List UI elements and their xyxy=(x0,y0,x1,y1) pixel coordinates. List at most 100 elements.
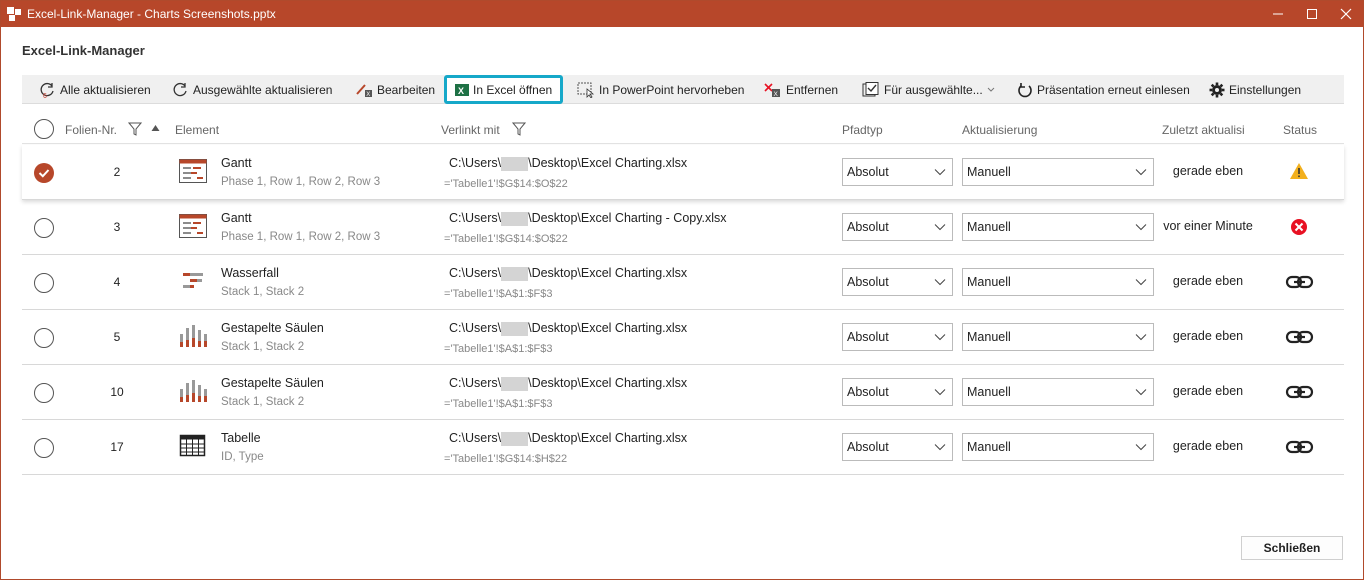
refresh-all-label: Alle aktualisieren xyxy=(60,82,151,97)
filter-icon[interactable] xyxy=(128,122,142,136)
remove-icon: X xyxy=(764,82,780,98)
path-type-dropdown[interactable]: Absolut xyxy=(842,323,953,351)
redacted-username xyxy=(501,211,529,226)
column-linked-with: Verlinkt mit xyxy=(441,123,500,137)
chevron-down-icon xyxy=(1135,224,1147,231)
last-updated: gerade eben xyxy=(1172,384,1244,398)
linked-file-path: C:\Users\ \Desktop\Excel Charting.xlsx xyxy=(449,376,688,391)
table-row[interactable]: 5 Gestapelte Säulen Stack 1, Stack 2 C:\… xyxy=(22,310,1344,365)
path-type-dropdown[interactable]: Absolut xyxy=(842,268,953,296)
refresh-icon xyxy=(173,82,187,96)
select-all-radio[interactable] xyxy=(34,119,54,139)
slide-number: 2 xyxy=(113,165,121,179)
table-row[interactable]: 4 Wasserfall Stack 1, Stack 2 C:\Users\ \… xyxy=(22,255,1344,310)
stacked-columns-icon xyxy=(179,379,207,405)
sort-ascending-icon[interactable] xyxy=(151,124,160,132)
checklist-icon xyxy=(862,81,879,96)
status-link-icon xyxy=(1285,271,1314,293)
highlight-in-powerpoint-button[interactable]: In PowerPoint hervorheben xyxy=(577,75,744,104)
row-select-radio[interactable] xyxy=(34,438,54,458)
table-header: Folien-Nr. Element Verlinkt mit Pfadtyp … xyxy=(22,116,1344,144)
reload-presentation-button[interactable]: Präsentation erneut einlesen xyxy=(1017,75,1190,104)
checkmark-icon xyxy=(38,169,50,178)
chevron-down-icon xyxy=(934,389,946,396)
slide-number: 5 xyxy=(113,330,121,344)
filter-icon[interactable] xyxy=(512,122,526,136)
column-update: Aktualisierung xyxy=(962,123,1038,137)
refresh-selected-button[interactable]: Ausgewählte aktualisieren xyxy=(173,75,332,104)
linked-range: ='Tabelle1'!$G$14:$O$22 xyxy=(444,233,568,245)
element-series: Stack 1, Stack 2 xyxy=(221,341,305,353)
update-mode-dropdown[interactable]: Manuell xyxy=(962,323,1154,351)
minimize-icon xyxy=(1273,13,1283,15)
refresh-all-button[interactable]: 6 Alle aktualisieren xyxy=(40,75,151,104)
chevron-down-icon xyxy=(1135,279,1147,286)
row-select-radio[interactable] xyxy=(34,383,54,403)
edit-icon: X xyxy=(356,83,372,98)
chevron-down-icon xyxy=(1135,169,1147,176)
redacted-username xyxy=(501,376,529,391)
element-name: Gantt xyxy=(221,156,252,170)
chevron-down-icon xyxy=(934,334,946,341)
redacted-username xyxy=(501,431,529,446)
table-row[interactable]: 17 Tabelle ID, Type C:\Users\ \Desktop\Ex… xyxy=(22,420,1344,475)
column-element: Element xyxy=(175,123,220,137)
update-mode-dropdown[interactable]: Manuell xyxy=(962,433,1154,461)
update-mode-dropdown[interactable]: Manuell xyxy=(962,268,1154,296)
chevron-down-icon xyxy=(934,279,946,286)
path-type-dropdown[interactable]: Absolut xyxy=(842,158,953,186)
refresh-all-icon: 6 xyxy=(40,82,54,98)
reload-icon xyxy=(1018,82,1032,97)
highlight-icon xyxy=(577,82,595,98)
element-series: Phase 1, Row 1, Row 2, Row 3 xyxy=(221,176,381,188)
open-in-excel-label: In Excel öffnen xyxy=(473,82,553,97)
table-row[interactable]: 2 Gantt Phase 1, Row 1, Row 2, Row 3 C:\… xyxy=(22,145,1344,200)
last-updated: vor einer Minute xyxy=(1163,219,1253,233)
table-icon xyxy=(179,434,207,460)
close-button[interactable]: Schließen xyxy=(1241,536,1343,560)
open-in-excel-button[interactable]: X In Excel öffnen xyxy=(444,75,564,104)
status-warning-icon xyxy=(1288,161,1312,183)
edit-label: Bearbeiten xyxy=(377,82,436,97)
for-selected-dropdown[interactable]: Für ausgewählte... xyxy=(862,75,1000,104)
table-row[interactable]: 3 Gantt Phase 1, Row 1, Row 2, Row 3 C:\… xyxy=(22,200,1344,255)
last-updated: gerade eben xyxy=(1172,329,1244,343)
title-bar: Excel-Link-Manager - Charts Screenshots.… xyxy=(1,1,1363,27)
linked-range: ='Tabelle1'!$A$1:$F$3 xyxy=(444,288,553,300)
linked-file-path: C:\Users\ \Desktop\Excel Charting.xlsx xyxy=(449,321,688,336)
path-type-dropdown[interactable]: Absolut xyxy=(842,378,953,406)
chevron-down-icon xyxy=(1135,334,1147,341)
update-mode-dropdown[interactable]: Manuell xyxy=(962,378,1154,406)
element-series: Phase 1, Row 1, Row 2, Row 3 xyxy=(221,231,381,243)
stacked-columns-icon xyxy=(179,324,207,350)
chevron-down-icon xyxy=(1135,444,1147,451)
update-mode-dropdown[interactable]: Manuell xyxy=(962,213,1154,241)
window-title: Excel-Link-Manager - Charts Screenshots.… xyxy=(27,7,276,21)
minimize-button[interactable] xyxy=(1261,1,1295,27)
maximize-button[interactable] xyxy=(1295,1,1329,27)
highlight-in-powerpoint-label: In PowerPoint hervorheben xyxy=(599,82,745,97)
gear-icon xyxy=(1209,82,1225,97)
slide-number: 17 xyxy=(110,440,124,454)
table-row[interactable]: 10 Gestapelte Säulen Stack 1, Stack 2 C:… xyxy=(22,365,1344,420)
refresh-selected-label: Ausgewählte aktualisieren xyxy=(193,82,333,97)
row-select-radio[interactable] xyxy=(34,163,54,183)
column-last-updated: Zuletzt aktualisi xyxy=(1162,123,1245,137)
row-select-radio[interactable] xyxy=(34,218,54,238)
edit-button[interactable]: X Bearbeiten xyxy=(355,75,435,104)
row-select-radio[interactable] xyxy=(34,273,54,293)
path-type-dropdown[interactable]: Absolut xyxy=(842,433,953,461)
update-mode-dropdown[interactable]: Manuell xyxy=(962,158,1154,186)
element-series: Stack 1, Stack 2 xyxy=(221,396,305,408)
element-name: Gestapelte Säulen xyxy=(221,376,324,390)
settings-button[interactable]: Einstellungen xyxy=(1209,75,1301,104)
excel-link-manager-window: Excel-Link-Manager - Charts Screenshots.… xyxy=(0,0,1364,580)
redacted-username xyxy=(501,156,529,171)
close-window-button[interactable] xyxy=(1329,1,1363,27)
path-type-dropdown[interactable]: Absolut xyxy=(842,213,953,241)
settings-label: Einstellungen xyxy=(1229,82,1302,97)
row-select-radio[interactable] xyxy=(34,328,54,348)
redacted-username xyxy=(501,321,529,336)
remove-button[interactable]: X Entfernen xyxy=(764,75,838,104)
column-path-type: Pfadtyp xyxy=(842,123,883,137)
